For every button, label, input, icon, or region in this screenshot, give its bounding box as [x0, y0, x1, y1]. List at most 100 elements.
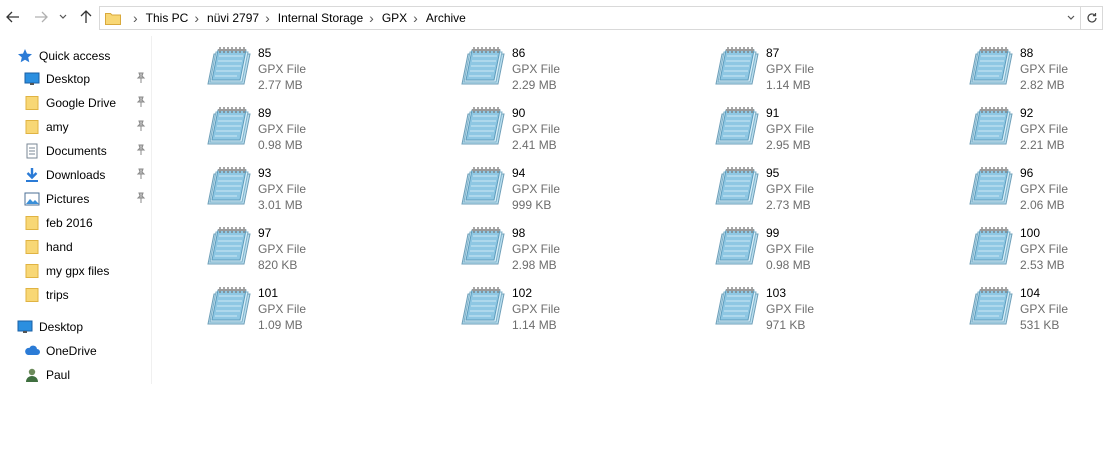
breadcrumb-item[interactable]: This PC	[146, 11, 189, 25]
file-type: GPX File	[766, 182, 815, 196]
file-tile[interactable]: 87 GPX File 1.14 MB	[714, 46, 954, 102]
file-name: 91	[766, 106, 780, 120]
file-size: 2.29 MB	[512, 78, 557, 92]
file-tile[interactable]: 100 GPX File 2.53 MB	[968, 226, 1112, 282]
breadcrumb-separator-icon[interactable]: ›	[413, 10, 418, 26]
pin-icon[interactable]	[135, 168, 147, 180]
pin-icon[interactable]	[135, 72, 147, 84]
file-tile[interactable]: 102 GPX File 1.14 MB	[460, 286, 700, 342]
chevron-down-icon	[59, 14, 67, 19]
gpx-file-icon	[460, 286, 506, 326]
file-tile[interactable]: 85 GPX File 2.77 MB	[206, 46, 446, 102]
sidebar-item-hand[interactable]: hand	[0, 236, 151, 258]
sidebar-item-quick-access[interactable]: Quick access	[0, 45, 151, 67]
file-type: GPX File	[258, 242, 307, 256]
file-type: GPX File	[258, 302, 307, 316]
pin-icon[interactable]	[135, 96, 147, 108]
file-size: 2.82 MB	[1020, 78, 1065, 92]
sidebar-item-label: hand	[46, 240, 73, 254]
sidebar-item-feb-2016[interactable]: feb 2016	[0, 212, 151, 234]
pin-icon[interactable]	[135, 120, 147, 132]
file-name: 95	[766, 166, 780, 180]
breadcrumb-separator-icon[interactable]: ›	[369, 10, 374, 26]
file-tile[interactable]: 88 GPX File 2.82 MB	[968, 46, 1112, 102]
star-icon	[17, 48, 33, 64]
file-name: 99	[766, 226, 780, 240]
navigation-bar: › This PC › nüvi 2797 › Internal Storage › GPX ›…	[0, 0, 1112, 36]
pin-icon[interactable]	[135, 192, 147, 204]
gpx-file-icon	[714, 166, 760, 206]
file-type: GPX File	[1020, 242, 1069, 256]
sidebar-item-desktop[interactable]: Desktop	[0, 68, 151, 90]
download-icon	[24, 167, 40, 183]
file-tile[interactable]: 90 GPX File 2.41 MB	[460, 106, 700, 162]
recent-locations-button[interactable]	[56, 6, 70, 28]
file-name: 104	[1020, 286, 1041, 300]
file-tile[interactable]: 103 GPX File 971 KB	[714, 286, 954, 342]
breadcrumb-item[interactable]: GPX	[382, 11, 407, 25]
sidebar-item-my-gpx-files[interactable]: my gpx files	[0, 260, 151, 282]
file-tile[interactable]: 101 GPX File 1.09 MB	[206, 286, 446, 342]
file-name: 100	[1020, 226, 1041, 240]
file-tile[interactable]: 89 GPX File 0.98 MB	[206, 106, 446, 162]
file-type: GPX File	[512, 302, 561, 316]
file-tile[interactable]: 97 GPX File 820 KB	[206, 226, 446, 282]
file-tile[interactable]: 96 GPX File 2.06 MB	[968, 166, 1112, 222]
file-name: 86	[512, 46, 526, 60]
sidebar-item-documents[interactable]: Documents	[0, 140, 151, 162]
file-name: 88	[1020, 46, 1034, 60]
sidebar-item-onedrive[interactable]: OneDrive	[0, 340, 151, 362]
sidebar-item-amy[interactable]: amy	[0, 116, 151, 138]
sidebar-item-label: Downloads	[46, 168, 106, 182]
gpx-file-icon	[206, 106, 252, 146]
gpx-file-icon	[460, 166, 506, 206]
address-bar[interactable]: › This PC › nüvi 2797 › Internal Storage › GPX ›…	[99, 6, 1103, 30]
sidebar-item-label: trips	[46, 288, 69, 302]
file-tile[interactable]: 91 GPX File 2.95 MB	[714, 106, 954, 162]
gpx-file-icon	[714, 106, 760, 146]
address-dropdown-button[interactable]	[1062, 7, 1080, 29]
gpx-file-icon	[460, 46, 506, 86]
sidebar-item-downloads[interactable]: Downloads	[0, 164, 151, 186]
file-tile[interactable]: 94 GPX File 999 KB	[460, 166, 700, 222]
file-name: 87	[766, 46, 780, 60]
back-button[interactable]	[3, 6, 23, 28]
breadcrumb: › This PC › nüvi 2797 › Internal Storage › GPX ›…	[127, 10, 466, 26]
file-tile[interactable]: 99 GPX File 0.98 MB	[714, 226, 954, 282]
breadcrumb-item[interactable]: Archive	[426, 11, 466, 25]
navigation-pane: Quick access Desktop Google Drive amy Docume…	[0, 36, 152, 384]
sidebar-item-desktop[interactable]: Desktop	[0, 316, 151, 338]
breadcrumb-separator-icon[interactable]: ›	[265, 10, 270, 26]
file-tile[interactable]: 92 GPX File 2.21 MB	[968, 106, 1112, 162]
refresh-button[interactable]	[1080, 7, 1102, 29]
file-tile[interactable]: 86 GPX File 2.29 MB	[460, 46, 700, 102]
breadcrumb-separator-icon[interactable]: ›	[194, 10, 199, 26]
up-arrow-icon	[80, 10, 92, 23]
desktop-icon	[24, 71, 40, 87]
file-tile[interactable]: 104 GPX File 531 KB	[968, 286, 1112, 342]
pin-icon[interactable]	[135, 144, 147, 156]
file-tile[interactable]: 95 GPX File 2.73 MB	[714, 166, 954, 222]
file-tile[interactable]: 93 GPX File 3.01 MB	[206, 166, 446, 222]
up-button[interactable]	[76, 6, 96, 28]
breadcrumb-item[interactable]: nüvi 2797	[207, 11, 259, 25]
breadcrumb-separator-icon[interactable]: ›	[133, 10, 138, 26]
file-type: GPX File	[258, 62, 307, 76]
sidebar-item-label: amy	[46, 120, 69, 134]
forward-button[interactable]	[31, 6, 51, 28]
sidebar-item-paul[interactable]: Paul	[0, 364, 151, 386]
documents-icon	[24, 143, 40, 159]
sidebar-item-google-drive[interactable]: Google Drive	[0, 92, 151, 114]
folder-icon	[24, 95, 40, 111]
file-type: GPX File	[766, 62, 815, 76]
file-tile[interactable]: 98 GPX File 2.98 MB	[460, 226, 700, 282]
file-size: 2.53 MB	[1020, 258, 1065, 272]
sidebar-item-label: Google Drive	[46, 96, 117, 110]
sidebar-item-pictures[interactable]: Pictures	[0, 188, 151, 210]
gpx-file-icon	[968, 226, 1014, 266]
breadcrumb-item[interactable]: Internal Storage	[278, 11, 363, 25]
cloud-icon	[24, 343, 40, 359]
sidebar-item-trips[interactable]: trips	[0, 284, 151, 306]
file-name: 92	[1020, 106, 1034, 120]
file-type: GPX File	[1020, 62, 1069, 76]
